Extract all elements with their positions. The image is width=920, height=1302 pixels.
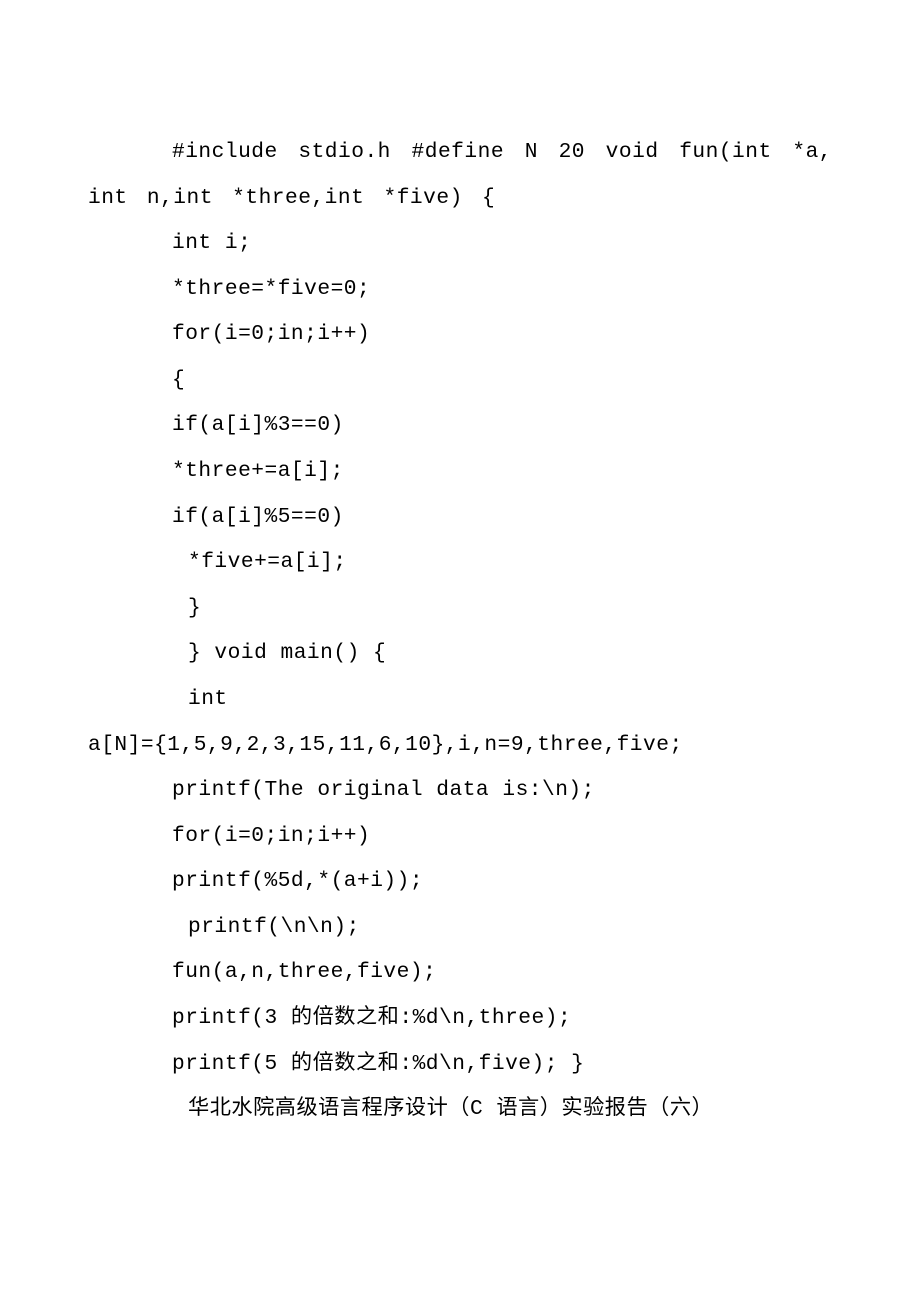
code-line: for(i=0;in;i++) — [88, 312, 832, 358]
code-line: { — [88, 358, 832, 404]
document-page: #include stdio.h #define N 20 void fun(i… — [0, 0, 920, 1302]
code-line: *five+=a[i]; — [88, 540, 832, 586]
code-line: a[N]={1,5,9,2,3,15,11,6,10},i,n=9,three,… — [88, 723, 832, 769]
footer-title: 华北水院高级语言程序设计（C 语言）实验报告（六） — [88, 1087, 832, 1133]
code-line: printf(3 的倍数之和:%d\n,three); — [88, 996, 832, 1042]
code-line: printf(%5d,*(a+i)); — [88, 859, 832, 905]
code-line: for(i=0;in;i++) — [88, 814, 832, 860]
code-line: if(a[i]%5==0) — [88, 495, 832, 541]
code-line: printf(5 的倍数之和:%d\n,five); } — [88, 1042, 832, 1088]
code-line: *three+=a[i]; — [88, 449, 832, 495]
code-line: printf(\n\n); — [88, 905, 832, 951]
code-line: printf(The original data is:\n); — [88, 768, 832, 814]
code-line: int i; — [88, 221, 832, 267]
code-line: #include stdio.h #define N 20 void fun(i… — [88, 130, 832, 221]
code-line: fun(a,n,three,five); — [88, 950, 832, 996]
code-line: int — [88, 677, 832, 723]
code-line: } — [88, 586, 832, 632]
code-line: } void main() { — [88, 631, 832, 677]
code-line: *three=*five=0; — [88, 267, 832, 313]
code-line: if(a[i]%3==0) — [88, 403, 832, 449]
